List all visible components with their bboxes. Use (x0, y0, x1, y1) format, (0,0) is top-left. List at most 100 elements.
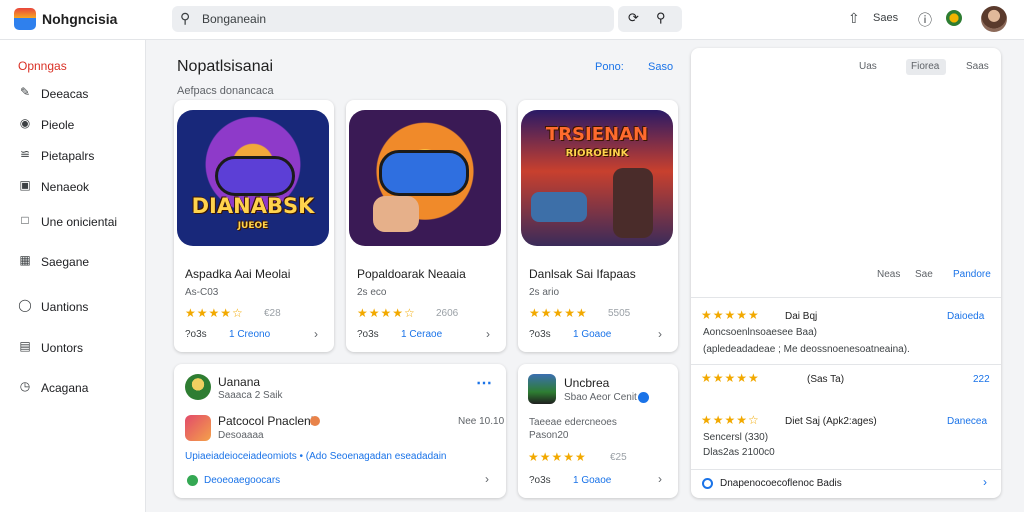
sidebar-item-pieole[interactable]: ◉ Pieole (0, 113, 146, 137)
page-title: Nopatlsisanai (177, 58, 274, 75)
rating-count: €25 (610, 452, 627, 463)
divider (691, 364, 1001, 365)
review-action[interactable]: 222 (973, 374, 990, 385)
cover-subtitle: JUEOE (237, 221, 269, 231)
search-input[interactable]: Bonganeain (202, 12, 266, 26)
refresh-icon[interactable]: ⟳ (628, 10, 639, 26)
star-rating: ★★★★☆ (185, 306, 244, 320)
cover-subtitle: RIOROEINK (565, 148, 629, 159)
sidebar: Opnngas ✎ Deeacas ◉ Pieole ≌ Pietapalrs … (0, 40, 146, 512)
divider (691, 469, 1001, 470)
tab-saas[interactable]: Saas (966, 61, 989, 72)
top-action-label[interactable]: Saes (873, 12, 898, 24)
user-name[interactable]: Uanana (218, 375, 260, 389)
sidebar-heading: Opnngas (18, 59, 67, 73)
sidebar-item-uantions[interactable]: ◯ Uantions (0, 295, 146, 319)
chevron-right-icon[interactable]: › (485, 472, 489, 486)
search-icon[interactable]: ⚲ (656, 10, 666, 26)
rating-count: 2606 (436, 308, 459, 319)
review-line-1: Aoncsoenlnsoaesee Baa) (703, 327, 817, 338)
review-line-1: Sencersl (330) (703, 432, 769, 443)
review-line-2: (apledeadadeae ; Me deossnoenesoatneaina… (703, 344, 910, 355)
game-card[interactable]: TRSIENAN RIOROEINK Danlsak Sai Ifapaas 2… (518, 100, 678, 352)
review-action[interactable]: Danecea (947, 416, 987, 427)
header-link-saso[interactable]: Saso (648, 61, 673, 73)
more-options-icon[interactable]: ⋯ (476, 373, 493, 393)
game-cover-image (349, 110, 501, 246)
review-title: Dai Bqj (785, 311, 818, 322)
card-foot-link[interactable]: 1 Ceraoe (401, 329, 442, 340)
gamepad-icon (379, 150, 469, 196)
game-meta: 2s ario (529, 287, 560, 298)
panel-footer-link[interactable]: Deoeoaegoocars (204, 475, 280, 486)
user-meta: Sbao Aeor Cenit (564, 392, 637, 403)
star-rating: ★★★★★ (529, 306, 588, 320)
sidebar-item-uontors[interactable]: ▤ Uontors (0, 336, 146, 360)
user-meta: Saaaca 2 Saik (218, 390, 283, 401)
character-graphic (613, 168, 653, 238)
app-icon[interactable] (185, 415, 211, 441)
game-meta: 2s eco (357, 287, 387, 298)
search-actions: ⟳ ⚲ (618, 6, 682, 32)
game-title: Danlsak Sai Ifapaas (529, 267, 636, 281)
chevron-right-icon[interactable]: › (983, 475, 987, 489)
star-rating: ★★★★☆ (701, 413, 760, 427)
search-bar[interactable]: ⚲ Bonganeain (172, 6, 614, 32)
tab-fiorea[interactable]: Fiorea (911, 61, 939, 72)
info-circle-icon (702, 478, 713, 489)
sidebar-item-acagana[interactable]: ◷ Acagana (0, 376, 146, 400)
sidebar-item-label: Uontors (41, 341, 84, 355)
app-title: Nohgncisia (42, 11, 118, 27)
review-title: (Sas Ta) (807, 374, 845, 385)
divider (691, 297, 1001, 298)
user-avatar[interactable] (185, 374, 211, 400)
sidebar-item-pietapalrs[interactable]: ≌ Pietapalrs (0, 144, 146, 168)
cover-title: DIANABSK (191, 194, 315, 218)
app-name[interactable]: Patcocol Pnacleni (218, 414, 313, 428)
card-foot-link[interactable]: 1 Goaoe (573, 475, 611, 486)
search-icon: ⚲ (180, 10, 191, 26)
star-rating: ★★★★★ (701, 371, 760, 385)
app-logo[interactable] (14, 8, 36, 30)
user-avatar[interactable] (528, 374, 556, 404)
sidebar-item-label: Uantions (41, 300, 89, 314)
info-icon[interactable]: ⓘ (918, 10, 932, 30)
app-meta: Desoaaaa (218, 430, 264, 441)
avatar[interactable] (981, 6, 1007, 32)
sidebar-item-saegane[interactable]: ▦ Saegane (0, 250, 146, 274)
card-foot-link[interactable]: 1 Creono (229, 329, 270, 340)
hand-graphic (373, 196, 419, 232)
achievement-badge-icon[interactable] (946, 10, 962, 26)
globe-icon: ◉ (19, 116, 31, 130)
activity-description[interactable]: Upiaeiadeioceiadeomiots • (Ado Seoenagad… (185, 451, 446, 462)
tab-uas[interactable]: Uas (859, 61, 877, 72)
sidebar-item-label: Pietapalrs (41, 149, 95, 163)
share-icon[interactable]: ⇧ (848, 10, 860, 27)
card-foot-link[interactable]: 1 Goaoe (573, 329, 611, 340)
friend-panel: Uncbrea Sbao Aeor Cenit Taeeae edercneoe… (518, 364, 678, 498)
chevron-right-icon[interactable]: › (658, 472, 662, 486)
sidebar-item-label: Deeacas (41, 87, 89, 101)
sidebar-item-deeacas[interactable]: ✎ Deeacas (0, 82, 146, 106)
user-name[interactable]: Uncbrea (564, 376, 609, 390)
sidebar-item-label: Une onicientai (41, 215, 118, 229)
status-dot-icon (310, 416, 320, 426)
check-icon (187, 475, 198, 486)
chevron-right-icon[interactable]: › (658, 327, 662, 341)
header-link-pono[interactable]: Pono: (595, 61, 624, 73)
sidebar-item-nenaeok[interactable]: ▣ Nenaeok (0, 175, 146, 199)
car-graphic (531, 192, 587, 222)
game-card[interactable]: Popaldoarak Neaaia 2s eco ★★★★☆ 2606 ?o3… (346, 100, 506, 352)
review-action[interactable]: Daioeda (947, 311, 984, 322)
sidebar-item-label: Saegane (41, 255, 90, 269)
game-title: Aspadka Aai Meolai (185, 267, 291, 281)
panel-mini-link[interactable]: Pandore (953, 269, 991, 280)
card-foot-label: ?o3s (529, 329, 551, 340)
chat-icon: □ (21, 213, 29, 227)
game-card[interactable]: DIANABSK JUEOE Aspadka Aai Meolai As-C03… (174, 100, 334, 352)
chevron-right-icon[interactable]: › (314, 327, 318, 341)
sidebar-item-une-onicientai[interactable]: □ Une onicientai (0, 210, 146, 234)
tab-fiorea-pill[interactable]: Fiorea (906, 59, 946, 75)
chevron-right-icon[interactable]: › (486, 327, 490, 341)
panel-footer-text[interactable]: Dnapenocoecoflenoc Badis (720, 478, 842, 489)
